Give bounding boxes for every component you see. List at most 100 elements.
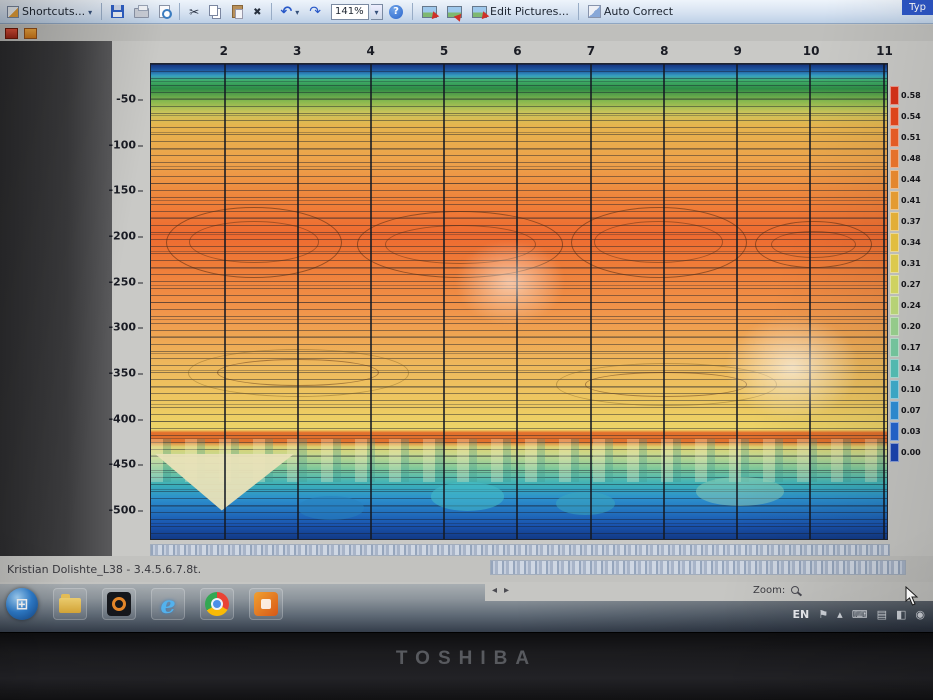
colorbar-entry: 0.20: [890, 316, 932, 337]
x-tick-label: 4: [366, 44, 375, 58]
y-tick-label: -400: [108, 412, 143, 425]
colorbar-chip: [890, 254, 899, 273]
document-red-icon[interactable]: [5, 27, 18, 39]
internet-explorer-icon: [160, 590, 175, 619]
vertical-gridline: [223, 64, 226, 539]
colorbar-chip: [890, 86, 899, 105]
picture-export-button[interactable]: [418, 2, 441, 22]
colorbar-label: 0.48: [901, 154, 921, 163]
print-preview-icon: [159, 5, 173, 19]
shortcuts-label: Shortcuts...: [22, 5, 86, 18]
keyboard-icon[interactable]: ⌨: [852, 608, 868, 621]
taskbar-item-chrome[interactable]: [200, 588, 234, 620]
scroll-right-arrow[interactable]: [504, 585, 509, 596]
chrome-icon: [205, 592, 229, 616]
colorbar-chip: [890, 422, 899, 441]
document-title: Kristian Dolishte_L38 - 3.4.5.6.7.8t.: [7, 563, 202, 576]
flag-icon[interactable]: ⚑: [818, 608, 828, 621]
x-axis: 2 3 4 5 6 7 8 9 10 11: [150, 44, 893, 61]
start-button[interactable]: [6, 588, 38, 620]
colorbar-label: 0.31: [901, 259, 921, 268]
colorbar-label: 0.10: [901, 385, 921, 394]
y-tick-label: -200: [108, 229, 143, 242]
colorbar-label: 0.00: [901, 448, 921, 457]
zoom-dropdown-button[interactable]: [371, 3, 384, 20]
colorbar-entry: 0.07: [890, 400, 932, 421]
colorbar-chip: [890, 233, 899, 252]
colorbar-chip: [890, 275, 899, 294]
picture-import-button[interactable]: [443, 2, 466, 22]
scroll-left-arrow[interactable]: [492, 585, 497, 596]
print-button[interactable]: [130, 2, 153, 22]
print-preview-button[interactable]: [155, 2, 174, 22]
colorbar-chip: [890, 107, 899, 126]
taskbar-icons: [6, 588, 283, 620]
taskbar-item-explorer[interactable]: [53, 588, 87, 620]
colorbar-label: 0.27: [901, 280, 921, 289]
y-tick-label: -100: [108, 138, 143, 151]
help-button[interactable]: [385, 2, 407, 22]
taskbar-item-internet-explorer[interactable]: [151, 588, 185, 620]
colorbar-entry: 0.27: [890, 274, 932, 295]
scissors-icon: [189, 5, 199, 19]
colorbar-entry: 0.37: [890, 211, 932, 232]
laptop-bezel: TOSHIBA: [0, 632, 933, 700]
colorbar-label: 0.51: [901, 133, 921, 142]
auto-correct-button[interactable]: Auto Correct: [584, 2, 677, 22]
shortcuts-button[interactable]: Shortcuts...: [3, 2, 96, 22]
show-hidden-icons-arrow[interactable]: ▴: [837, 608, 843, 621]
y-tick-label: -350: [108, 366, 143, 379]
taskbar-item-media-player[interactable]: [102, 588, 136, 620]
colorbar-label: 0.37: [901, 217, 921, 226]
colorbar-label: 0.07: [901, 406, 921, 415]
x-tick-label: 2: [219, 44, 228, 58]
app-bottom-bar: Zoom:: [485, 582, 933, 601]
redo-icon: [309, 4, 321, 20]
x-tick-label: 10: [802, 44, 820, 58]
delete-button[interactable]: [249, 2, 265, 22]
colorbar-chip: [890, 191, 899, 210]
language-indicator[interactable]: EN: [793, 608, 810, 621]
chevron-down-icon: [375, 5, 379, 18]
picture-arrow-up-icon: [447, 5, 463, 18]
edit-pictures-icon: [472, 5, 488, 18]
colorbar-chip: [890, 149, 899, 168]
colorbar-entry: 0.14: [890, 358, 932, 379]
paste-button[interactable]: [228, 2, 247, 22]
y-tick-label: -500: [108, 503, 143, 516]
display-icon[interactable]: ▤: [877, 608, 887, 621]
cut-button[interactable]: [185, 2, 203, 22]
colorbar-label: 0.41: [901, 196, 921, 205]
plot-area[interactable]: [150, 63, 888, 540]
colorbar-entry: 0.51: [890, 127, 932, 148]
edit-pictures-label: Edit Pictures...: [490, 5, 569, 18]
x-tick-label: 6: [513, 44, 522, 58]
vertical-gridline: [809, 64, 812, 539]
x-tick-label: 11: [876, 44, 893, 58]
secondary-toolbar: [0, 25, 933, 41]
vertical-gridline: [882, 64, 885, 539]
undo-button[interactable]: [277, 2, 304, 22]
document-orange-icon[interactable]: [24, 27, 37, 39]
colorbar-entry: 0.54: [890, 106, 932, 127]
x-tick-label: 9: [733, 44, 742, 58]
vertical-gridline: [516, 64, 519, 539]
shortcuts-icon: [7, 5, 19, 18]
colorbar-entry: 0.34: [890, 232, 932, 253]
colorbar-entry: 0.24: [890, 295, 932, 316]
workspace: 2 3 4 5 6 7 8 9 10 11 -50 -100 -150 -200 -250 -300 -350…: [0, 41, 933, 556]
colorbar-entry: 0.44: [890, 169, 932, 190]
edit-pictures-button[interactable]: Edit Pictures...: [468, 2, 573, 22]
chevron-down-icon: [295, 5, 299, 18]
taskbar-item-app[interactable]: [249, 588, 283, 620]
redo-button[interactable]: [305, 2, 325, 22]
magnifier-icon[interactable]: [791, 586, 799, 594]
zoom-combobox[interactable]: 141%: [331, 3, 370, 20]
colorbar-label: 0.14: [901, 364, 921, 373]
plot-gridlines: [151, 64, 887, 539]
colorbar-label: 0.03: [901, 427, 921, 436]
colorbar-chip: [890, 212, 899, 231]
x-tick-label: 8: [660, 44, 669, 58]
save-button[interactable]: [107, 2, 128, 22]
copy-button[interactable]: [205, 2, 226, 22]
